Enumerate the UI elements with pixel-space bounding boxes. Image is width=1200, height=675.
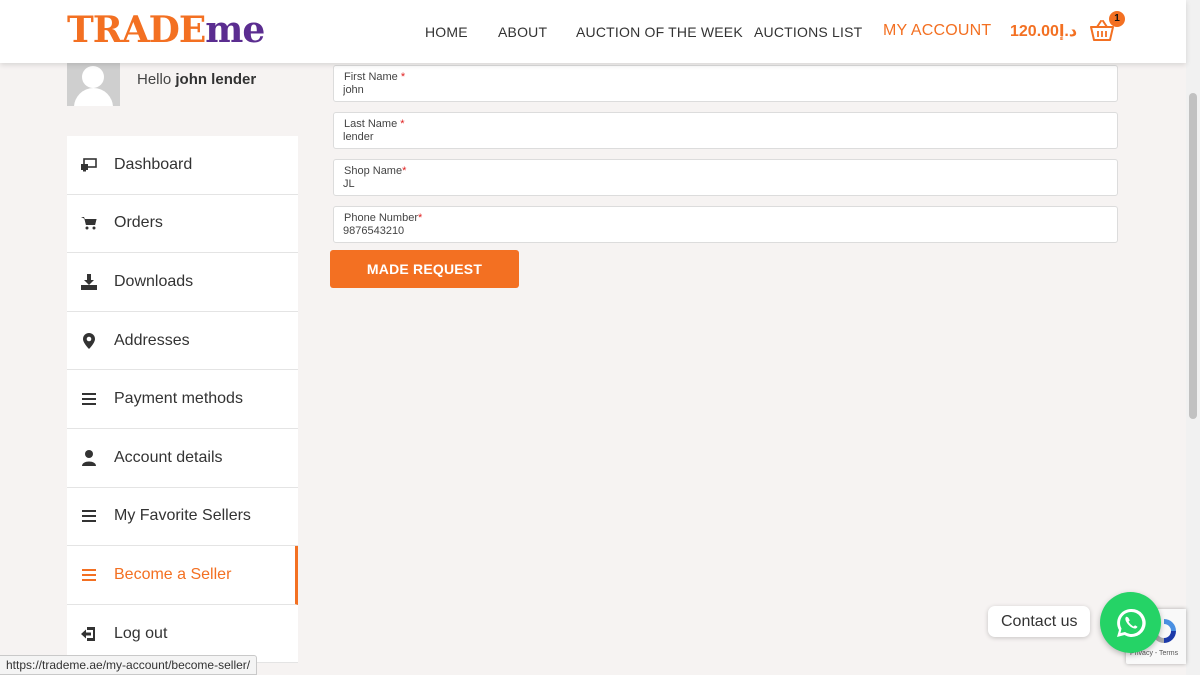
shop-name-input[interactable] [343,178,1103,190]
field-label: Phone Number* [344,212,423,224]
sidebar-item-label: Become a Seller [114,565,232,583]
menu-lines-icon [81,567,97,583]
sidebar-item-addresses[interactable]: Addresses [67,311,298,371]
sidebar-item-favorite-sellers[interactable]: My Favorite Sellers [67,487,298,547]
become-seller-form: First Name * Last Name * Shop Name* Phon… [333,65,1118,253]
contact-us-bubble[interactable]: Contact us [988,606,1091,637]
phone-number-field[interactable]: Phone Number* [333,206,1118,243]
first-name-field[interactable]: First Name * [333,65,1118,102]
shop-name-field[interactable]: Shop Name* [333,159,1118,196]
last-name-field[interactable]: Last Name * [333,112,1118,149]
field-label: Last Name * [344,118,405,130]
scrollbar-thumb[interactable] [1189,93,1197,419]
sidebar-item-label: Orders [114,214,163,232]
download-icon [81,273,97,290]
greeting-text: Hello [137,71,172,88]
made-request-button[interactable]: MADE REQUEST [330,250,519,288]
nav-about[interactable]: ABOUT [498,24,547,40]
user-greeting: Hello john lender [137,71,256,88]
phone-number-input[interactable] [343,225,1103,237]
sidebar-item-dashboard[interactable]: Dashboard [67,136,298,195]
sidebar-item-become-seller[interactable]: Become a Seller [67,546,298,605]
sidebar-item-label: Account details [114,448,223,466]
account-menu: Dashboard Orders Downloads Addresses Pay… [67,136,298,664]
first-name-input[interactable] [343,84,1103,96]
field-label: First Name * [344,71,406,83]
map-pin-icon [81,332,97,349]
menu-lines-icon [81,508,97,524]
nav-auctions-list[interactable]: AUCTIONS LIST [754,24,862,40]
sidebar-item-label: Downloads [114,272,194,290]
whatsapp-button[interactable] [1100,592,1161,653]
logo-trade-text: TRADE [67,9,206,51]
sidebar-item-account-details[interactable]: Account details [67,428,298,488]
sidebar-item-label: Addresses [114,331,190,349]
site-logo[interactable]: TRADEme [67,8,265,52]
whatsapp-icon [1116,608,1146,637]
sidebar-item-payment-methods[interactable]: Payment methods [67,370,298,429]
last-name-input[interactable] [343,131,1103,143]
dashboard-icon [81,157,97,173]
logout-icon [81,626,97,642]
status-bar-url: https://trademe.ae/my-account/become-sel… [0,655,258,675]
sidebar-item-label: Payment methods [114,390,243,408]
cart-total[interactable]: 120.00د.إ [1010,21,1077,41]
cart-count-badge: 1 [1109,11,1125,27]
field-label: Shop Name* [344,165,407,177]
sidebar-item-downloads[interactable]: Downloads [67,253,298,312]
cart-icon [81,215,97,231]
sidebar-item-orders[interactable]: Orders [67,194,298,254]
site-header: TRADEme HOME ABOUT AUCTION OF THE WEEK A… [0,0,1186,63]
user-icon [81,449,97,466]
sidebar-item-label: Log out [114,624,168,642]
page-scrollbar[interactable] [1186,0,1200,675]
logo-me-text: me [205,9,265,51]
menu-lines-icon [81,391,97,407]
avatar [67,63,120,106]
nav-home[interactable]: HOME [425,24,468,40]
nav-auction-of-the-week[interactable]: AUCTION OF THE WEEK [576,24,743,40]
sidebar-item-label: Dashboard [114,155,193,173]
nav-my-account[interactable]: MY ACCOUNT [883,22,991,40]
user-name: john lender [175,71,257,88]
sidebar-item-label: My Favorite Sellers [114,507,251,525]
